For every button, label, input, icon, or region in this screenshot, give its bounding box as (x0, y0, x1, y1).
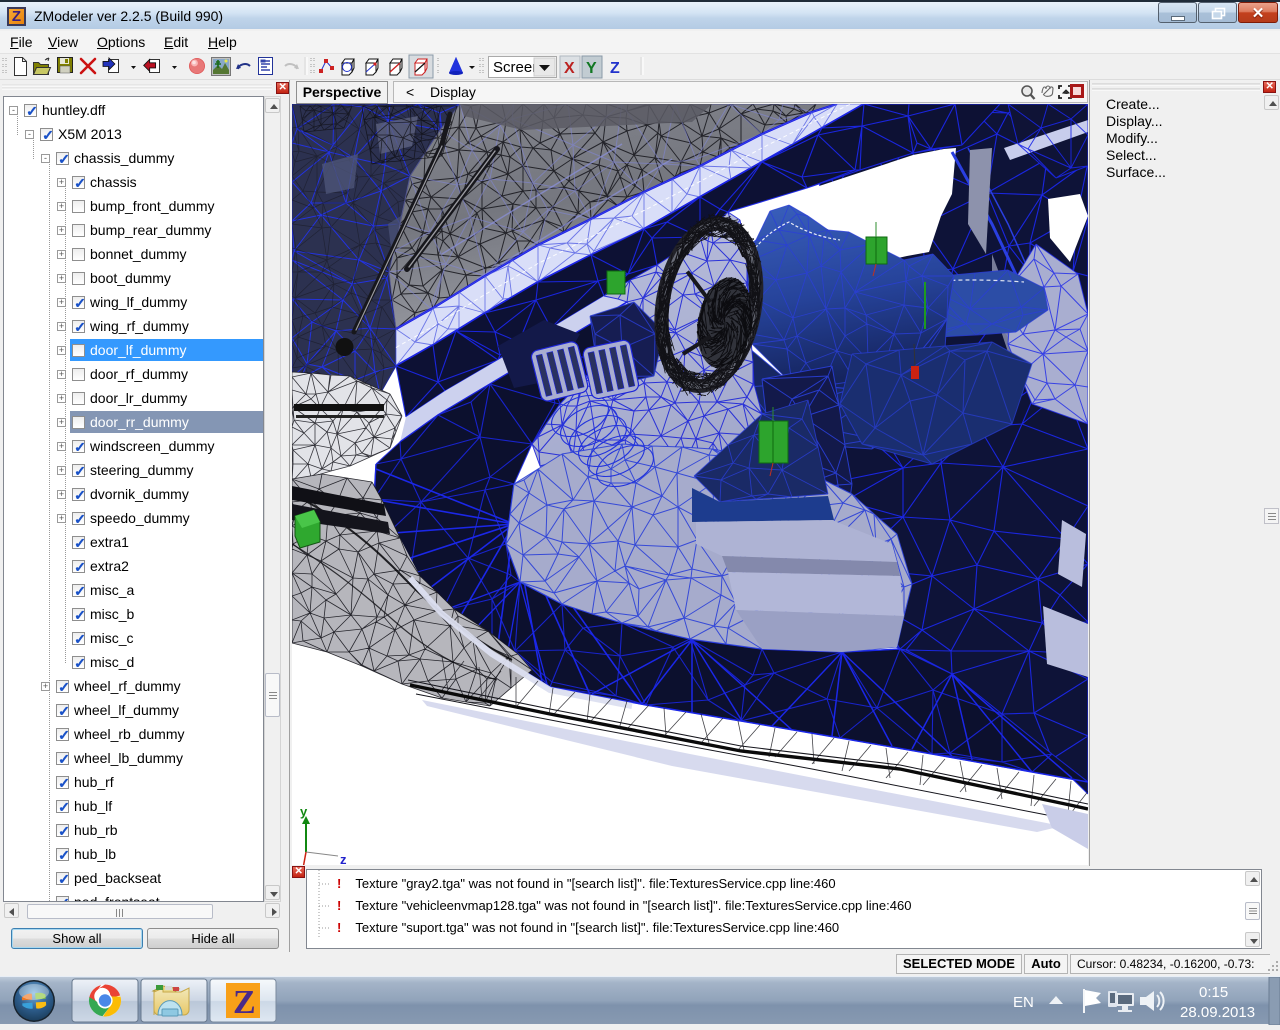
svg-text:Z: Z (233, 984, 256, 1021)
svg-text:0:15: 0:15 (1199, 984, 1228, 1001)
svg-text:y: y (300, 804, 308, 819)
svg-text:X: X (564, 60, 575, 77)
svg-text:Z: Z (610, 60, 620, 77)
svg-text:z: z (340, 852, 347, 865)
svg-text:Screen: Screen (493, 59, 541, 76)
svg-text:Y: Y (586, 60, 597, 77)
svg-text:28.09.2013: 28.09.2013 (1180, 1004, 1255, 1021)
svg-text:EN: EN (1013, 994, 1034, 1011)
